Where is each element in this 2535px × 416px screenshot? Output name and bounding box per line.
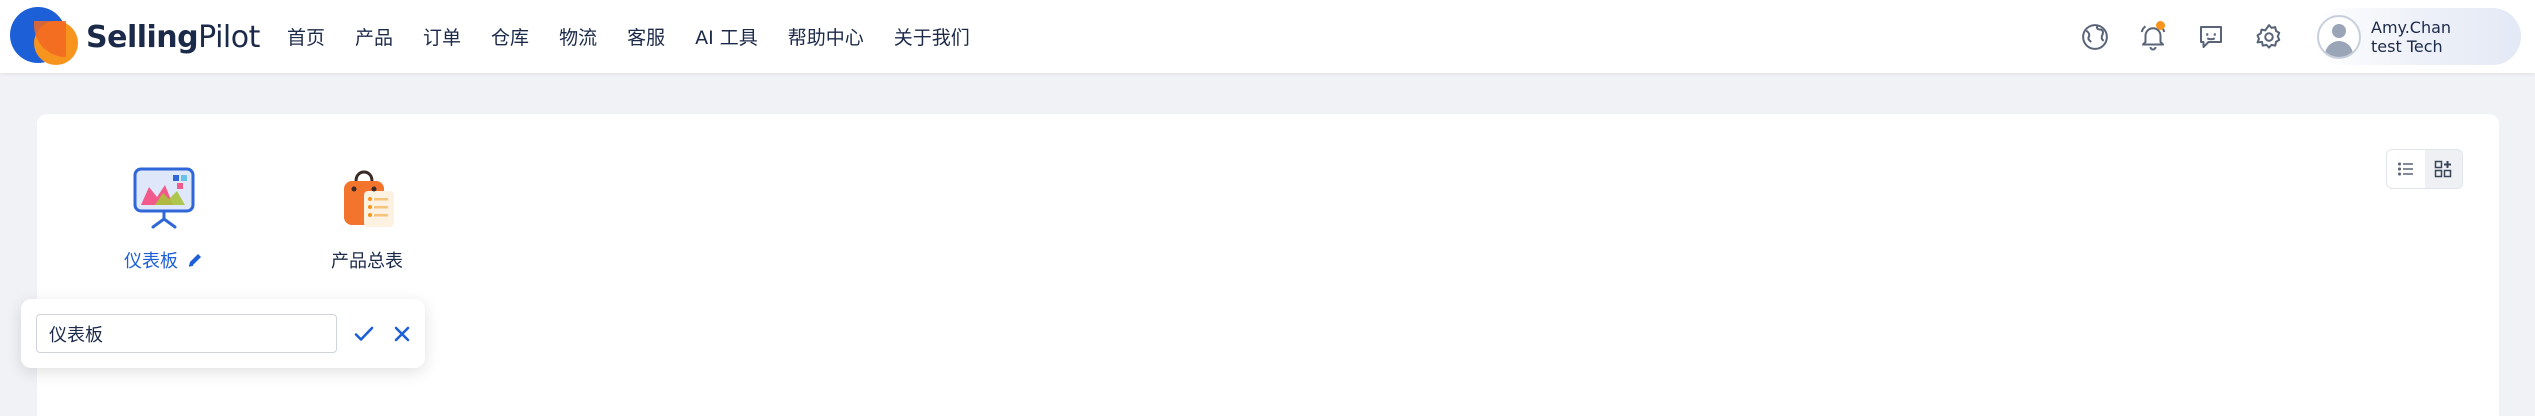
check-icon[interactable] [347, 317, 381, 351]
shopping-bag-icon [332, 163, 402, 233]
sellingpilot-logo[interactable]: SellingPilot [10, 7, 260, 67]
nav-item-logistics[interactable]: 物流 [559, 23, 597, 50]
view-toggle [2386, 149, 2463, 189]
toolbar: Amy.Chan test Tech [2075, 0, 2535, 73]
nav-item-customer-service[interactable]: 客服 [627, 23, 665, 50]
globe-icon[interactable] [2075, 17, 2115, 57]
user-profile-menu[interactable]: Amy.Chan test Tech [2313, 8, 2521, 65]
nav-item-help-center[interactable]: 帮助中心 [788, 23, 864, 50]
dashboard-chart-icon [129, 163, 199, 233]
user-company: test Tech [2371, 36, 2443, 56]
avatar [2317, 14, 2361, 59]
logo-text: SellingPilot [86, 19, 260, 55]
app-label-product-master: 产品总表 [331, 251, 403, 272]
logo-mark-icon [10, 7, 82, 67]
nav-item-warehouse[interactable]: 仓库 [491, 23, 529, 50]
gear-icon[interactable] [2249, 17, 2289, 57]
close-icon[interactable] [385, 317, 419, 351]
notification-dot [2156, 20, 2165, 30]
grid-view-icon[interactable] [2424, 150, 2462, 188]
app-tile-product-master[interactable]: 产品总表 [282, 163, 452, 273]
app-label-dashboard: 仪表板 [124, 251, 178, 272]
nav-item-products[interactable]: 产品 [355, 23, 393, 50]
nav-item-home[interactable]: 首页 [287, 23, 325, 50]
nav-item-ai-tools[interactable]: AI 工具 [695, 23, 758, 50]
nav-item-orders[interactable]: 订单 [423, 23, 461, 50]
app-tile-dashboard[interactable]: 仪表板 [79, 163, 249, 273]
rename-popover [21, 299, 425, 368]
feedback-icon[interactable] [2191, 17, 2231, 57]
top-navigation-bar: SellingPilot 首页 产品 订单 仓库 物流 客服 AI 工具 帮助中… [0, 0, 2535, 73]
main-nav: 首页 产品 订单 仓库 物流 客服 AI 工具 帮助中心 关于我们 [287, 0, 1000, 73]
nav-item-about-us[interactable]: 关于我们 [894, 23, 970, 50]
bell-icon[interactable] [2133, 17, 2173, 57]
user-name: Amy.Chan [2371, 17, 2452, 37]
rename-input[interactable] [36, 314, 337, 353]
list-view-icon[interactable] [2387, 150, 2425, 188]
pencil-edit-icon[interactable] [186, 251, 204, 269]
